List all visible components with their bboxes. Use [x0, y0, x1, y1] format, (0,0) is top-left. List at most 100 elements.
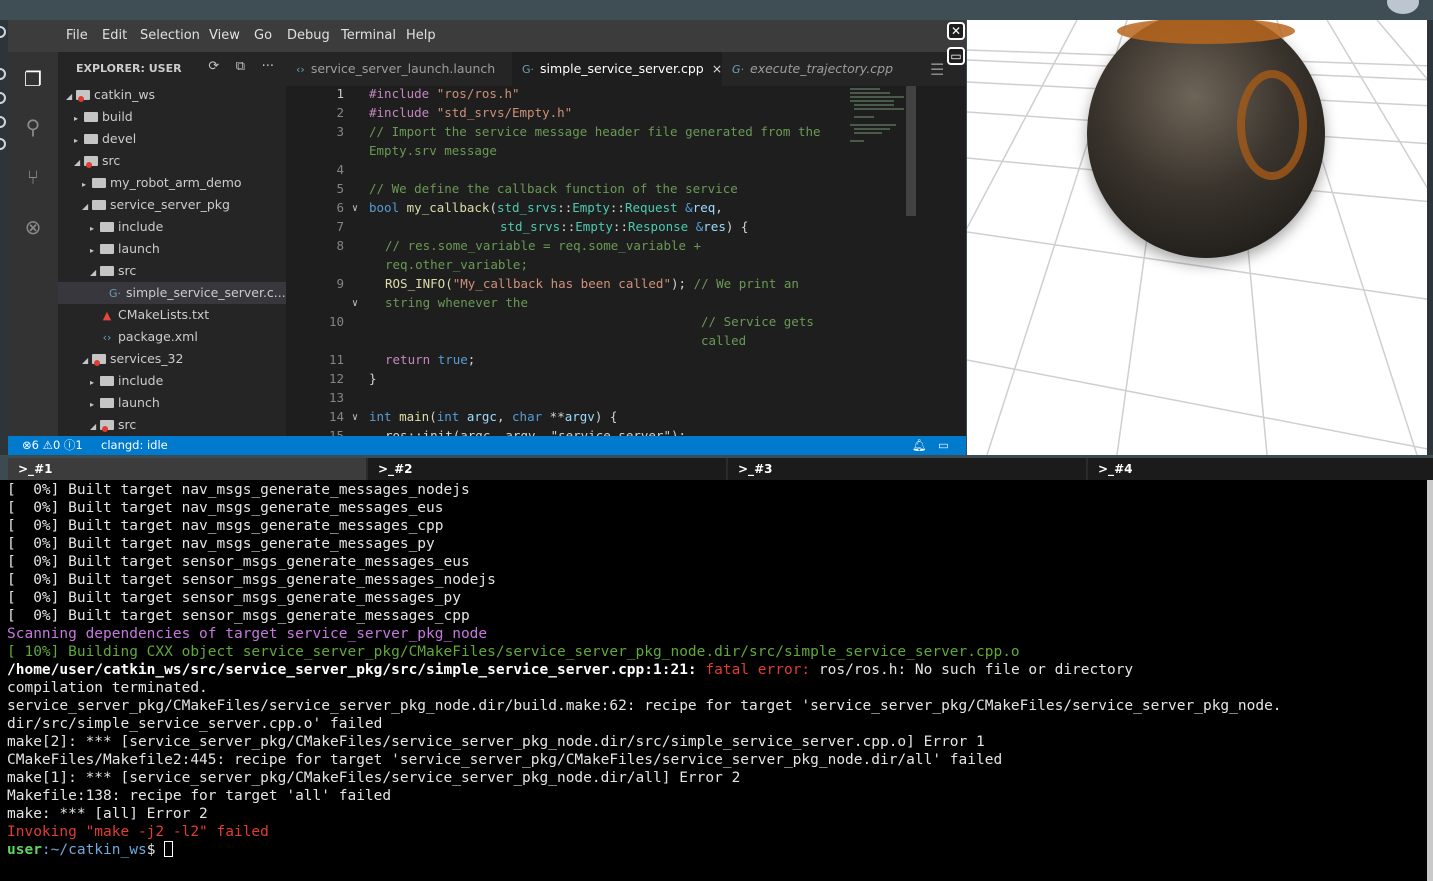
editor-scrollbar[interactable] [906, 86, 916, 436]
terminal-line: service_server_pkg/CMakeFiles/service_se… [7, 698, 1282, 714]
tree-item[interactable]: ◢ service_server_pkg [58, 194, 286, 216]
terminal-output[interactable]: [ 0%] Built target nav_msgs_generate_mes… [0, 480, 1427, 881]
chevron-right-icon[interactable]: ▸ [82, 174, 92, 196]
menu-debug[interactable]: Debug [287, 28, 330, 43]
robot-band [1117, 20, 1295, 44]
tool-icon[interactable] [0, 92, 6, 104]
chevron-down-icon[interactable]: ◢ [66, 86, 76, 108]
tree-item[interactable]: ▸ launch [58, 238, 286, 260]
code-editor[interactable]: 1 2 3 4 5 6 7 8 9 10 11 12 13 14 15 ∨ ∨ ∨ #include "ro… [286, 86, 916, 436]
terminal-tab-2[interactable]: >_#2 [368, 458, 726, 480]
menu-help[interactable]: Help [406, 28, 436, 43]
menu-selection[interactable]: Selection [140, 28, 200, 43]
ide-window: File Edit Selection View Go Debug Termin… [8, 20, 966, 455]
tree-item[interactable]: ◢ catkin_ws [58, 84, 286, 106]
chevron-down-icon[interactable]: ◢ [90, 416, 100, 436]
fold-chevron-icon[interactable]: ∨ [352, 298, 358, 309]
debug-icon[interactable]: ⊗ [20, 214, 46, 240]
refresh-icon[interactable]: ⟳ [208, 59, 219, 74]
chevron-down-icon[interactable]: ◢ [74, 152, 84, 174]
tool-icon[interactable] [0, 68, 6, 80]
tree-item[interactable]: ▸ launch [58, 392, 286, 414]
tree-item[interactable]: ▸ include [58, 216, 286, 238]
code-line: std_srvs::Empty::Response &res) { [500, 219, 749, 234]
panel-toggle-icon[interactable]: ▭ [938, 436, 949, 455]
menu-view[interactable]: View [209, 28, 240, 43]
chevron-right-icon[interactable]: ▸ [90, 218, 100, 240]
close-window-button[interactable]: ✕ [947, 22, 965, 40]
menu-go[interactable]: Go [254, 28, 272, 43]
scrollbar-thumb[interactable] [906, 86, 916, 216]
more-icon[interactable]: ··· [262, 59, 274, 74]
chevron-right-icon[interactable]: ▸ [74, 108, 84, 130]
tree-item[interactable]: ▸ build [58, 106, 286, 128]
source-control-icon[interactable]: ⑂ [20, 164, 46, 190]
tool-icon[interactable] [0, 26, 6, 38]
explorer-title: EXPLORER: USER [76, 62, 182, 75]
robot-ring [1237, 70, 1307, 180]
terminal-line: compilation terminated. [7, 680, 208, 696]
tab-launch-file[interactable]: ‹› service_server_launch.launch [286, 52, 512, 86]
minimap-line [850, 140, 864, 142]
code-line: ROS_INFO("My_callback has been called");… [385, 276, 799, 291]
tool-icon[interactable] [0, 138, 6, 150]
menu-bar: File Edit Selection View Go Debug Termin… [8, 20, 966, 52]
minimap[interactable] [846, 86, 906, 436]
tab-simple-service-server[interactable]: G· simple_service_server.cpp × [512, 52, 722, 86]
menu-file[interactable]: File [66, 28, 88, 43]
menu-edit[interactable]: Edit [102, 28, 127, 43]
chevron-right-icon[interactable]: ▸ [74, 130, 84, 152]
chevron-right-icon[interactable]: ▸ [90, 372, 100, 394]
tree-item[interactable]: ▲ CMakeLists.txt [58, 304, 286, 326]
tree-item[interactable]: ◢ src [58, 260, 286, 282]
fold-chevron-icon[interactable]: ∨ [352, 203, 358, 214]
terminal-tab-4[interactable]: >_#4 [1088, 458, 1433, 480]
search-icon[interactable]: ⚲ [20, 114, 46, 140]
tool-icon[interactable] [0, 116, 6, 128]
prompt-path: :~/catkin_ws [41, 842, 147, 858]
tree-item[interactable]: ‹› package.xml [58, 326, 286, 348]
menu-terminal[interactable]: Terminal [341, 28, 396, 43]
language-server-status[interactable]: clangd: idle [101, 436, 168, 455]
tree-item[interactable]: ▸ my_robot_arm_demo [58, 172, 286, 194]
simulation-viewport[interactable] [967, 20, 1433, 455]
chevron-right-icon[interactable]: ▸ [90, 240, 100, 262]
terminal-scrollbar[interactable] [1427, 480, 1433, 881]
chevron-down-icon[interactable]: ◢ [82, 350, 92, 372]
code-line: string whenever the [385, 295, 528, 310]
cmake-file-icon: ▲ [102, 309, 112, 322]
shell-prompt[interactable]: user:~/catkin_ws$ [7, 841, 174, 859]
folder-icon [92, 354, 106, 366]
code-line: called [701, 333, 747, 348]
tab-execute-trajectory[interactable]: G· execute_trajectory.cpp [722, 52, 902, 86]
explorer-icon[interactable]: ❐ [20, 66, 46, 92]
fold-chevron-icon[interactable]: ∨ [352, 412, 358, 423]
chevron-down-icon[interactable]: ◢ [90, 262, 100, 284]
robot-sphere[interactable] [1087, 20, 1325, 258]
user-avatar[interactable] [1387, 0, 1419, 14]
line-number: 12 [328, 371, 344, 386]
chevron-right-icon[interactable]: ▸ [90, 394, 100, 416]
error-icon: ⊗ [22, 438, 32, 452]
tree-item-label: services_32 [110, 351, 184, 366]
problems-indicator[interactable]: ⊗6 ⚠0 ⓘ1 [22, 436, 83, 455]
tree-item[interactable]: ▸ include [58, 370, 286, 392]
close-tab-icon[interactable]: × [712, 61, 722, 76]
display-button[interactable]: ▭ [947, 47, 965, 65]
explorer-sidebar: EXPLORER: USER ⟳ ⧉ ··· ◢ catkin_ws ▸ build ▸… [58, 52, 286, 436]
tree-item[interactable]: ◢ services_32 [58, 348, 286, 370]
collapse-all-icon[interactable]: ⧉ [236, 59, 245, 74]
folder-icon [76, 90, 90, 102]
tree-item[interactable]: ◢ src [58, 150, 286, 172]
tree-item-label: launch [118, 241, 160, 256]
terminal-tab-3[interactable]: >_#3 [728, 458, 1086, 480]
text-cursor [164, 841, 174, 857]
tree-item[interactable]: G· simple_service_server.c... [58, 282, 286, 304]
chevron-down-icon[interactable]: ◢ [82, 196, 92, 218]
terminal-tab-1[interactable]: >_#1 [8, 458, 366, 480]
notification-bell-icon[interactable]: 🔔︎ [912, 436, 927, 455]
folder-icon [100, 266, 114, 276]
tree-item[interactable]: ◢ src [58, 414, 286, 436]
tree-item[interactable]: ▸ devel [58, 128, 286, 150]
code-line: // We define the callback function of th… [369, 181, 738, 196]
